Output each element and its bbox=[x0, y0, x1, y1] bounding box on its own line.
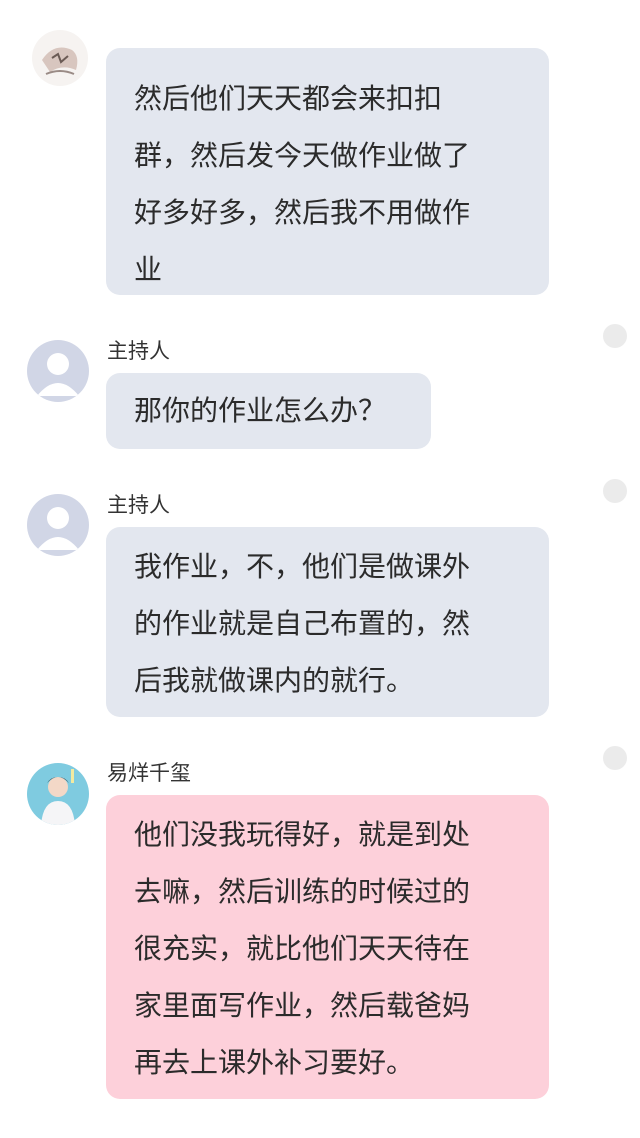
status-dot-icon bbox=[603, 746, 627, 770]
chat-transcript: 然后他们天天都会来扣扣 群，然后发今天做作业做了 好多好多，然后我不用做作 业 … bbox=[0, 0, 640, 1138]
sender-name: 主持人 bbox=[107, 493, 170, 517]
message-bubble: 然后他们天天都会来扣扣 群，然后发今天做作业做了 好多好多，然后我不用做作 业 bbox=[106, 48, 549, 295]
message-bubble: 那你的作业怎么办？ bbox=[106, 373, 431, 449]
guest-avatar-icon[interactable] bbox=[27, 763, 89, 825]
default-avatar-icon[interactable] bbox=[27, 494, 89, 556]
default-avatar-icon[interactable] bbox=[27, 340, 89, 402]
sender-name: 易烊千玺 bbox=[107, 761, 191, 785]
sender-name: 主持人 bbox=[107, 339, 170, 363]
message-bubble: 他们没我玩得好，就是到处 去嘛，然后训练的时候过的 很充实，就比他们天天待在 家… bbox=[106, 795, 549, 1099]
message-bubble: 我作业，不，他们是做课外 的作业就是自己布置的，然 后我就做课内的就行。 bbox=[106, 527, 549, 717]
guest-avatar-icon[interactable] bbox=[32, 30, 88, 86]
status-dot-icon bbox=[603, 324, 627, 348]
status-dot-icon bbox=[603, 479, 627, 503]
